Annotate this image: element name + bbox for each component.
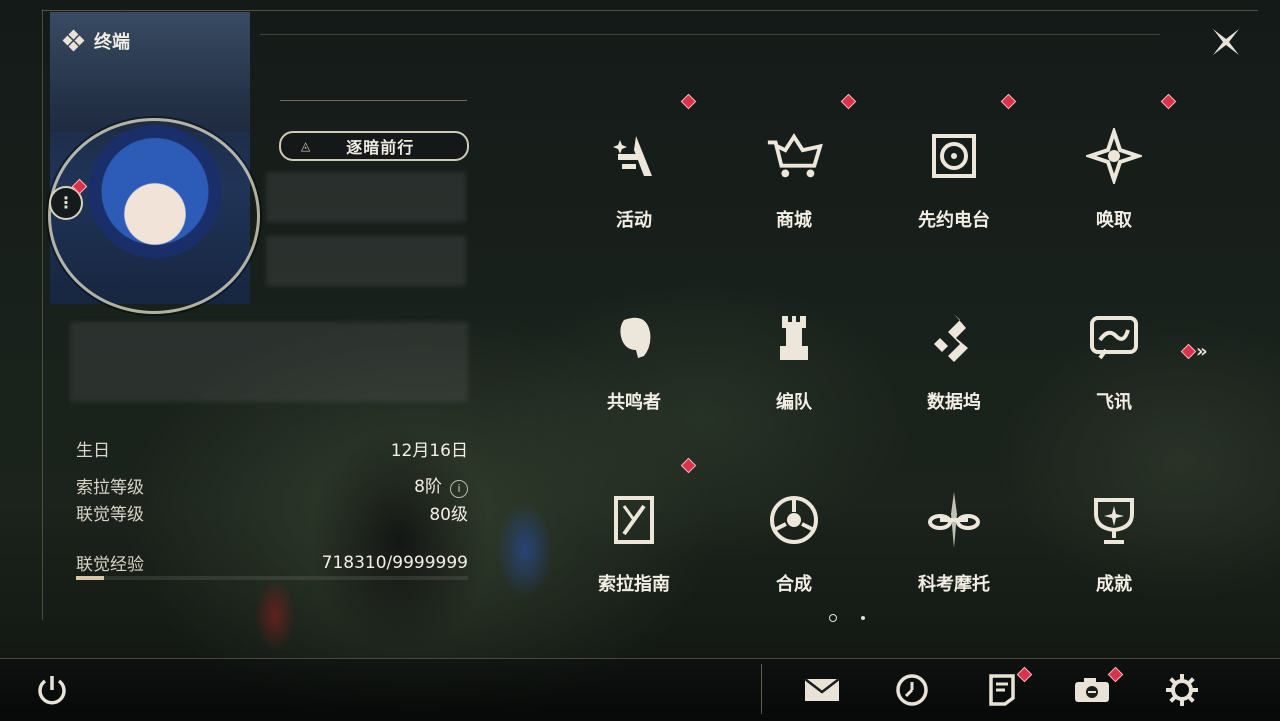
menu-item-radio[interactable]: 先约电台 — [874, 86, 1034, 266]
menu-item-label: 合成 — [776, 574, 812, 595]
menu-item-achievements[interactable]: 成就 — [1034, 450, 1194, 630]
birthday-label: 生日 — [76, 441, 110, 461]
player-name-blurred — [266, 172, 466, 222]
union-exp-value: 718310/9999999 — [321, 552, 468, 573]
menu-item-motorcycle[interactable]: 科考摩托 — [874, 450, 1034, 630]
close-button[interactable] — [1196, 18, 1256, 66]
signature-blurred — [70, 322, 468, 402]
mail-icon — [804, 678, 840, 701]
union-exp-progress-bar — [76, 576, 468, 580]
shopping-cart-icon — [764, 126, 824, 186]
player-title-badge[interactable]: ◬ 逐暗前行 — [279, 131, 469, 161]
terminal-header: 终端 — [62, 28, 130, 54]
menu-item-label: 数据坞 — [927, 392, 981, 413]
summon-compass-icon — [1084, 126, 1144, 186]
sol-rank-value: 8阶 — [414, 477, 442, 497]
settings-gear-icon — [1166, 674, 1198, 706]
menu-item-activity[interactable]: 活动 — [554, 86, 714, 266]
menu-item-label: 索拉指南 — [598, 574, 670, 595]
power-button[interactable] — [30, 668, 74, 712]
chess-rook-icon — [764, 308, 824, 368]
notification-badge — [840, 93, 857, 110]
power-icon — [38, 676, 66, 705]
menu-item-label: 活动 — [616, 210, 652, 231]
notice-icon — [989, 674, 1015, 706]
synthesis-icon — [764, 490, 824, 550]
notification-badge — [1000, 93, 1017, 110]
close-icon — [1213, 29, 1239, 55]
birthday-value: 12月16日 — [390, 441, 468, 461]
next-page-button[interactable]: » — [1196, 340, 1236, 362]
diamond-cluster-icon — [62, 29, 85, 52]
radio-icon — [924, 126, 984, 186]
triangle-emblem-icon: ◬ — [301, 139, 311, 153]
menu-item-label: 飞讯 — [1096, 392, 1132, 413]
settings-button[interactable] — [1160, 668, 1204, 712]
union-exp-progress-fill — [76, 576, 105, 580]
motorcycle-icon — [924, 490, 984, 550]
menu-item-synthesis[interactable]: 合成 — [714, 450, 874, 630]
info-row-sol-rank: 索拉等级 8阶 i — [76, 472, 468, 498]
menu-item-label: 商城 — [776, 210, 812, 231]
menu-item-label: 科考摩托 — [918, 574, 990, 595]
menu-item-databank[interactable]: 数据坞 — [874, 268, 1034, 448]
camera-icon — [1075, 678, 1109, 702]
menu-item-label: 编队 — [776, 392, 812, 413]
menu-item-label: 成就 — [1096, 574, 1132, 595]
notification-badge — [680, 457, 697, 474]
guide-book-icon — [604, 490, 664, 550]
menu-item-label: 先约电台 — [918, 210, 990, 231]
clock-button[interactable] — [890, 668, 934, 712]
message-chat-icon — [1084, 308, 1144, 368]
notification-badge — [1160, 93, 1177, 110]
union-level-label: 联觉等级 — [76, 505, 144, 525]
menu-item-shop[interactable]: 商城 — [714, 86, 874, 266]
menu-item-sol-guide[interactable]: 索拉指南 — [554, 450, 714, 630]
avatar[interactable] — [82, 124, 228, 274]
player-id-blurred — [266, 236, 466, 286]
databank-icon — [924, 308, 984, 368]
mail-button[interactable] — [800, 668, 844, 712]
double-chevron-right-icon: » — [1196, 340, 1208, 362]
activity-icon — [604, 126, 664, 186]
menu-item-convene[interactable]: 唤取 — [1034, 86, 1194, 266]
frame-line-curve — [260, 34, 1160, 75]
menu-item-label: 唤取 — [1096, 210, 1132, 231]
frame-line-top — [42, 10, 1258, 11]
player-name-underline — [280, 100, 467, 101]
menu-item-label: 共鸣者 — [607, 392, 661, 413]
frame-line-left — [42, 10, 43, 620]
menu-item-team[interactable]: 编队 — [714, 268, 874, 448]
info-row-union-level: 联觉等级 80级 — [76, 500, 468, 525]
union-level-value: 80级 — [429, 505, 468, 525]
page-title: 终端 — [94, 32, 130, 53]
menu-item-messages[interactable]: 飞讯 — [1034, 268, 1194, 448]
union-exp-label: 联觉经验 — [76, 555, 144, 575]
bottom-bar-separator — [761, 664, 762, 714]
more-dots-icon: ⋮ — [58, 193, 74, 212]
resonator-head-icon — [604, 308, 664, 368]
info-row-union-exp: 联觉经验 718310/9999999 — [76, 550, 468, 576]
menu-item-resonators[interactable]: 共鸣者 — [554, 268, 714, 448]
player-title-label: 逐暗前行 — [346, 138, 415, 157]
page-dot-1[interactable] — [829, 614, 837, 622]
notification-badge — [680, 93, 697, 110]
sol-rank-label: 索拉等级 — [76, 477, 144, 498]
clock-icon — [896, 674, 928, 706]
page-dot-2[interactable] — [861, 616, 865, 620]
info-icon[interactable]: i — [450, 480, 468, 498]
info-row-birthday: 生日 12月16日 — [76, 436, 468, 461]
trophy-icon — [1084, 490, 1144, 550]
